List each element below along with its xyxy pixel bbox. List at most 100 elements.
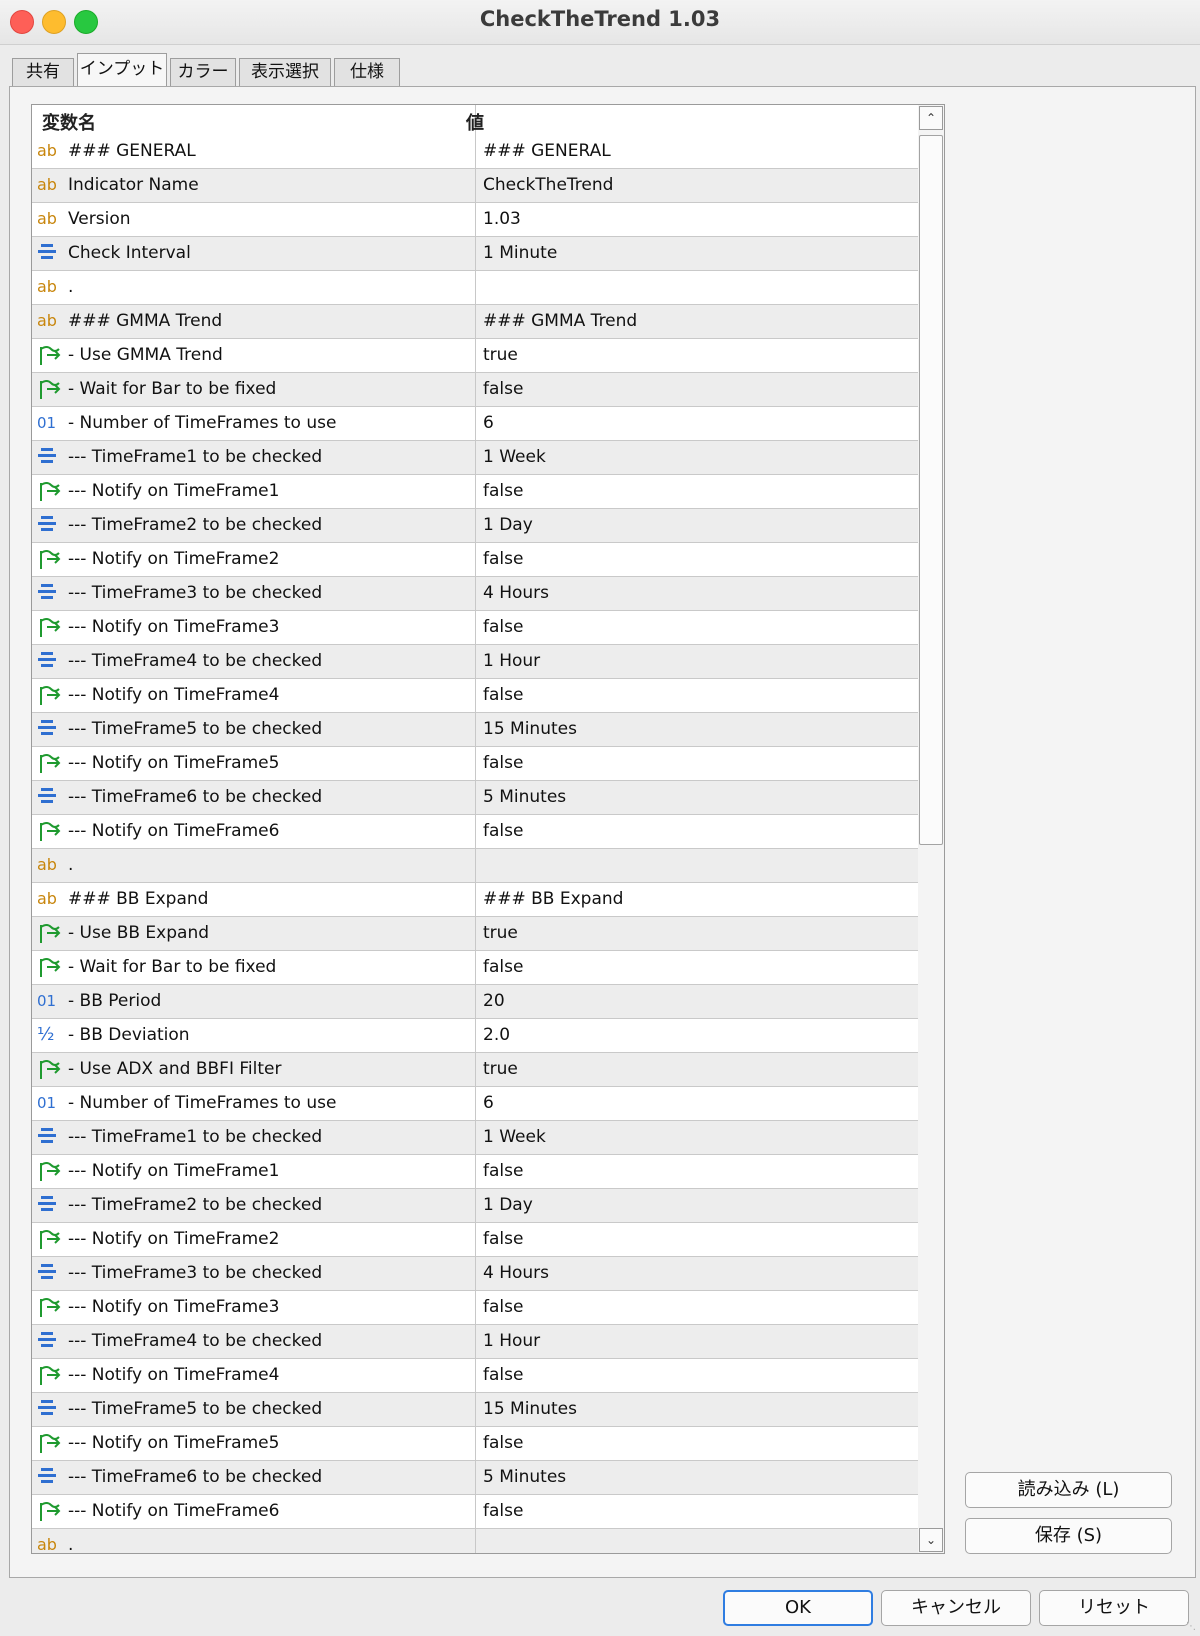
column-divider [475,679,476,713]
enum-type-icon [37,717,63,741]
parameter-value[interactable]: false [483,1501,523,1521]
tab-visualization[interactable]: 表示選択 [239,58,331,86]
table-row[interactable]: --- Notify on TimeFrame6 false [32,815,918,849]
cancel-button[interactable]: キャンセル [881,1590,1031,1626]
parameter-value[interactable]: false [483,1433,523,1453]
table-row[interactable]: ab ### GMMA Trend ### GMMA Trend [32,305,918,339]
table-row[interactable]: ½ - BB Deviation 2.0 [32,1019,918,1053]
parameter-value[interactable]: false [483,1365,523,1385]
reset-button[interactable]: リセット [1039,1590,1189,1626]
parameter-value[interactable]: true [483,923,518,943]
table-row[interactable]: --- Notify on TimeFrame3 false [32,611,918,645]
table-row[interactable]: ab ### BB Expand ### BB Expand [32,883,918,917]
parameter-value[interactable]: false [483,617,523,637]
ok-button[interactable]: OK [723,1590,873,1626]
column-header-name[interactable]: 変数名 [42,109,96,135]
parameter-value[interactable]: 1 Hour [483,1331,540,1351]
table-row[interactable]: - Use ADX and BBFI Filter true [32,1053,918,1087]
parameter-value[interactable]: 1 Day [483,1195,533,1215]
tab-specification[interactable]: 仕様 [334,58,400,86]
parameter-value[interactable]: false [483,379,523,399]
parameter-value[interactable]: false [483,821,523,841]
tab-inputs[interactable]: インプット [77,53,167,87]
table-row[interactable]: --- Notify on TimeFrame3 false [32,1291,918,1325]
table-row[interactable]: --- Notify on TimeFrame2 false [32,1223,918,1257]
parameter-value[interactable]: 6 [483,1093,494,1113]
table-row[interactable]: --- Notify on TimeFrame4 false [32,679,918,713]
parameter-value[interactable]: 1 Week [483,1127,546,1147]
table-row[interactable]: --- TimeFrame5 to be checked 15 Minutes [32,1393,918,1427]
parameter-value[interactable]: false [483,1297,523,1317]
table-row[interactable]: --- TimeFrame5 to be checked 15 Minutes [32,713,918,747]
table-row[interactable]: --- Notify on TimeFrame4 false [32,1359,918,1393]
table-row[interactable]: - Wait for Bar to be fixed false [32,373,918,407]
tab-colors[interactable]: カラー [170,58,236,86]
table-row[interactable]: --- TimeFrame1 to be checked 1 Week [32,1121,918,1155]
parameter-value[interactable]: 6 [483,413,494,433]
table-row[interactable]: ab Version 1.03 [32,203,918,237]
parameter-value[interactable]: 1.03 [483,209,521,229]
scroll-thumb[interactable] [919,135,943,845]
parameter-value[interactable]: 1 Hour [483,651,540,671]
parameter-value[interactable]: ### GENERAL [483,141,611,161]
parameter-value[interactable]: false [483,957,523,977]
parameter-value[interactable]: 2.0 [483,1025,510,1045]
load-button[interactable]: 読み込み (L) [965,1472,1172,1508]
table-row[interactable]: --- TimeFrame6 to be checked 5 Minutes [32,1461,918,1495]
tab-shared[interactable]: 共有 [12,58,74,86]
parameter-value[interactable]: 1 Week [483,447,546,467]
table-row[interactable]: --- TimeFrame4 to be checked 1 Hour [32,1325,918,1359]
table-row[interactable]: --- Notify on TimeFrame5 false [32,1427,918,1461]
table-row[interactable]: 01 - Number of TimeFrames to use 6 [32,1087,918,1121]
table-row[interactable]: 01 - BB Period 20 [32,985,918,1019]
table-row[interactable]: ab. [32,271,918,305]
parameter-value[interactable]: false [483,685,523,705]
parameter-value[interactable]: 5 Minutes [483,787,566,807]
table-row[interactable]: --- TimeFrame3 to be checked 4 Hours [32,1257,918,1291]
table-row[interactable]: --- Notify on TimeFrame6 false [32,1495,918,1529]
vertical-scrollbar[interactable]: ⌃ ⌄ [918,104,945,1554]
table-row[interactable]: --- Notify on TimeFrame1 false [32,1155,918,1189]
parameter-value[interactable]: 4 Hours [483,583,549,603]
table-row[interactable]: --- TimeFrame6 to be checked 5 Minutes [32,781,918,815]
table-row[interactable]: --- TimeFrame2 to be checked 1 Day [32,1189,918,1223]
table-row[interactable]: --- TimeFrame4 to be checked 1 Hour [32,645,918,679]
table-row[interactable]: ab. [32,849,918,883]
parameter-value[interactable]: ### GMMA Trend [483,311,637,331]
table-row[interactable]: ab Indicator Name CheckTheTrend [32,169,918,203]
table-row[interactable]: - Use GMMA Trend true [32,339,918,373]
table-row[interactable]: ab ### GENERAL ### GENERAL [32,135,918,169]
save-button[interactable]: 保存 (S) [965,1518,1172,1554]
table-row[interactable]: - Wait for Bar to be fixed false [32,951,918,985]
table-row[interactable]: ab. [32,1529,918,1553]
table-row[interactable]: 01 - Number of TimeFrames to use 6 [32,407,918,441]
parameter-value[interactable]: ### BB Expand [483,889,623,909]
table-row[interactable]: Check Interval 1 Minute [32,237,918,271]
parameter-value[interactable]: false [483,549,523,569]
parameter-value[interactable]: 20 [483,991,505,1011]
parameter-value[interactable]: false [483,753,523,773]
parameter-value[interactable]: CheckTheTrend [483,175,613,195]
parameter-value[interactable]: 1 Minute [483,243,557,263]
column-header-value[interactable]: 値 [466,109,484,135]
scroll-up-icon[interactable]: ⌃ [919,106,943,130]
parameter-value[interactable]: 1 Day [483,515,533,535]
table-row[interactable]: --- TimeFrame3 to be checked 4 Hours [32,577,918,611]
scroll-down-icon[interactable]: ⌄ [919,1528,943,1552]
table-row[interactable]: - Use BB Expand true [32,917,918,951]
table-row[interactable]: --- Notify on TimeFrame5 false [32,747,918,781]
table-row[interactable]: --- TimeFrame1 to be checked 1 Week [32,441,918,475]
parameter-value[interactable]: 15 Minutes [483,1399,577,1419]
table-row[interactable]: --- TimeFrame2 to be checked 1 Day [32,509,918,543]
table-row[interactable]: --- Notify on TimeFrame1 false [32,475,918,509]
parameter-value[interactable]: 4 Hours [483,1263,549,1283]
parameter-value[interactable]: true [483,345,518,365]
resize-grip-icon[interactable]: ⋱ [1186,1622,1196,1632]
parameter-value[interactable]: true [483,1059,518,1079]
parameter-value[interactable]: 15 Minutes [483,719,577,739]
table-row[interactable]: --- Notify on TimeFrame2 false [32,543,918,577]
parameter-value[interactable]: false [483,481,523,501]
parameter-value[interactable]: false [483,1229,523,1249]
parameter-value[interactable]: 5 Minutes [483,1467,566,1487]
parameter-value[interactable]: false [483,1161,523,1181]
